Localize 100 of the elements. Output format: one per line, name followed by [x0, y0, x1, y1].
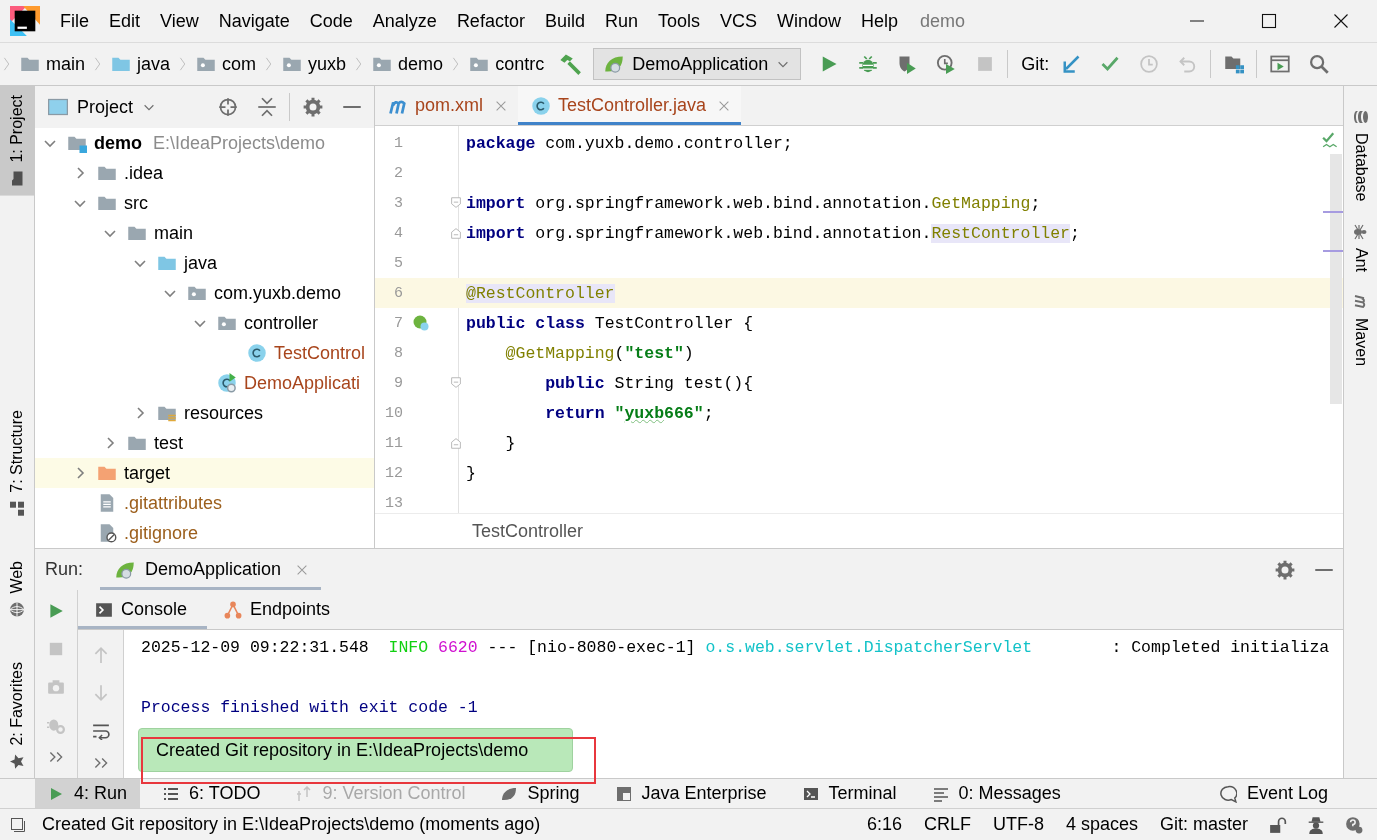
menu-item[interactable]: Help	[861, 10, 899, 32]
menu-item[interactable]: File	[60, 10, 89, 32]
editor-tab[interactable]: TestController.java	[518, 86, 742, 125]
tree-item[interactable]: controller	[35, 308, 374, 338]
breadcrumb-item[interactable]: main	[14, 53, 91, 75]
status-item[interactable]: 6:16	[855, 814, 913, 835]
close-icon[interactable]	[1333, 13, 1349, 29]
settings-icon[interactable]	[302, 97, 323, 117]
console-tab[interactable]: Endpoints	[207, 590, 351, 629]
breadcrumb-item[interactable]: yuxb	[276, 53, 353, 75]
tool-window-button[interactable]: Spring	[488, 779, 593, 808]
structure-icon	[9, 501, 25, 517]
tool-window-button[interactable]: Java Enterprise	[602, 779, 780, 808]
code-line: return "yuxb666";	[544, 403, 714, 423]
tool-window-button[interactable]: 1: Project	[0, 86, 34, 196]
console-icon	[95, 600, 113, 619]
lock-icon[interactable]	[1269, 815, 1287, 834]
menu-item[interactable]: Code	[309, 10, 353, 32]
window-play-icon[interactable]	[1269, 54, 1290, 74]
menu-item[interactable]: Analyze	[372, 10, 437, 32]
breadcrumb-item[interactable]: TestController	[472, 520, 584, 542]
status-item[interactable]: UTF-8	[981, 814, 1055, 835]
maximize-icon[interactable]	[1261, 13, 1277, 29]
tool-window-button[interactable]: Database	[1344, 100, 1377, 211]
editor-tab[interactable]: pom.xml	[375, 86, 518, 125]
line-number: 9	[393, 374, 403, 392]
checkmark-icon[interactable]	[1099, 54, 1120, 74]
status-item[interactable]: CRLF	[912, 814, 982, 835]
run-icon[interactable]	[47, 602, 65, 620]
settings-icon[interactable]	[1274, 559, 1295, 580]
status-item[interactable]: Git: master	[1149, 814, 1259, 835]
breadcrumb-item[interactable]: com	[190, 53, 263, 75]
tree-item[interactable]: test	[35, 428, 374, 458]
tool-window-button[interactable]: 6: TODO	[150, 779, 274, 808]
menu-item[interactable]: Build	[544, 10, 585, 32]
line-number: 8	[393, 344, 403, 362]
tree-item[interactable]: java	[35, 248, 374, 278]
breadcrumb-item[interactable]: java	[105, 53, 177, 75]
tool-window-button[interactable]: 4: Run	[35, 779, 141, 808]
console-line: 2025-12-09 09:22:31.548 INFO 6620 --- [nio-8080-exec-1] o.s.web.servlet.DispatcherServlet : Completed initializa	[141, 637, 1331, 659]
tree-item[interactable]: .idea	[35, 158, 374, 188]
project-view-dropdown[interactable]: Project	[48, 96, 157, 118]
clock-run-icon[interactable]	[935, 54, 956, 74]
tree-item[interactable]: .gitattributes	[35, 488, 374, 518]
menu-item[interactable]: Window	[777, 10, 842, 32]
tool-window-button[interactable]: 0: Messages	[919, 779, 1074, 808]
menu-item[interactable]: Refactor	[456, 10, 525, 32]
lines-icon	[932, 785, 949, 802]
tree-item[interactable]: main	[35, 218, 374, 248]
menu-item[interactable]: VCS	[720, 10, 757, 32]
tree-item[interactable]: demo E:\IdeaProjects\demo	[35, 128, 374, 158]
hammer-icon[interactable]	[558, 53, 581, 75]
panel-toggle-icon[interactable]	[10, 816, 26, 833]
run-tab[interactable]: DemoApplication	[100, 549, 322, 590]
speech-bubble-icon	[1218, 784, 1237, 803]
tree-item[interactable]: .gitignore	[35, 518, 374, 548]
code-line: }	[465, 463, 476, 483]
scrollbar[interactable]	[1330, 154, 1342, 404]
branch-arrow-icon	[296, 785, 313, 802]
search-icon[interactable]	[1308, 54, 1329, 74]
menu-item[interactable]: View	[160, 10, 199, 32]
tree-item[interactable]: TestControl	[35, 338, 374, 368]
tree-item[interactable]: com.yuxb.demo	[35, 278, 374, 308]
checkmark-icon[interactable]	[1322, 131, 1340, 149]
menu-item[interactable]: Edit	[109, 10, 141, 32]
status-item[interactable]: 4 spaces	[1054, 814, 1149, 835]
tree-item[interactable]: src	[35, 188, 374, 218]
tree-item[interactable]: target	[35, 458, 374, 488]
folder-grid-icon[interactable]	[1223, 54, 1244, 74]
tool-window-button[interactable]: Terminal	[789, 779, 910, 808]
menu-item[interactable]: Navigate	[218, 10, 290, 32]
tree-item[interactable]: resources	[35, 398, 374, 428]
code-line: import org.springframework.web.bind.annotation.GetMapping;	[465, 193, 1041, 213]
tool-window-button[interactable]: Web	[0, 552, 34, 627]
git-label: Git:	[1021, 53, 1050, 75]
run-configuration-dropdown[interactable]: DemoApplication	[593, 48, 802, 80]
menu-item[interactable]: Tools	[657, 10, 700, 32]
class-run-icon	[217, 373, 237, 393]
tool-window-button[interactable]: 7: Structure	[0, 401, 34, 526]
wrap-lines-icon[interactable]	[91, 722, 110, 740]
tool-window-button[interactable]: 2: Favorites	[0, 652, 34, 779]
event-log-button[interactable]: Event Log	[1205, 779, 1341, 808]
bean-icon[interactable]	[413, 315, 429, 331]
crosshair-icon[interactable]	[217, 97, 238, 117]
collapse-all-icon[interactable]	[256, 97, 277, 117]
bug-icon[interactable]	[857, 54, 878, 74]
hat-figure-icon[interactable]	[1307, 815, 1325, 834]
breadcrumb-item[interactable]: demo	[366, 53, 450, 75]
menu-item[interactable]: Run	[604, 10, 638, 32]
tool-window-button[interactable]: Ant	[1344, 214, 1377, 281]
line-number: 13	[384, 494, 403, 512]
line-number: 10	[384, 404, 403, 422]
tree-item[interactable]: DemoApplicati	[35, 368, 374, 398]
tool-window-button[interactable]: Maven	[1344, 284, 1377, 375]
line-number: 1	[393, 134, 403, 152]
console-tab[interactable]: Console	[78, 590, 208, 629]
view-icon	[48, 97, 68, 117]
help-icon[interactable]	[1345, 815, 1363, 834]
line-number: 7	[393, 314, 403, 332]
breadcrumb-item[interactable]: contrc	[463, 53, 551, 75]
